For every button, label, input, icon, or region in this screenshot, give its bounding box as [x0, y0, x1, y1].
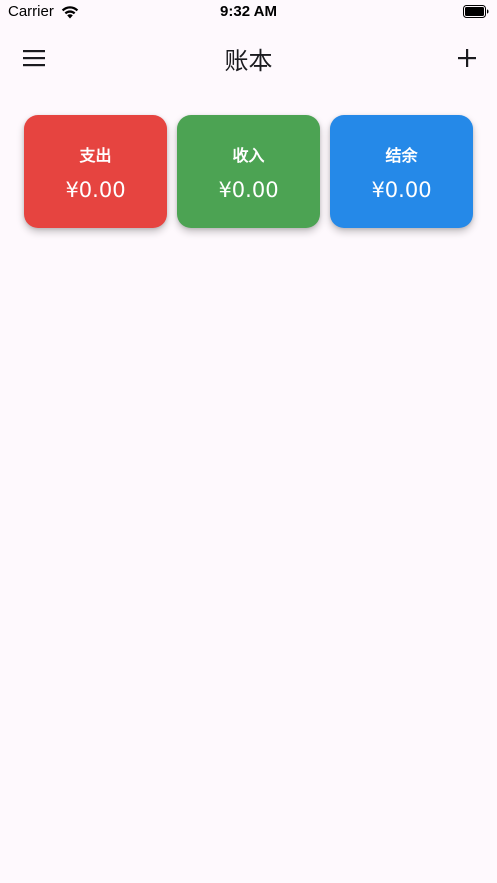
expense-card[interactable]: 支出 ¥0.00	[24, 115, 167, 228]
page-title: 账本	[224, 47, 273, 75]
status-bar: Carrier 9:32 AM	[0, 0, 497, 26]
plus-icon	[458, 49, 476, 67]
battery-full-icon	[463, 5, 489, 18]
income-amount: ¥0.00	[218, 178, 279, 202]
expense-amount: ¥0.00	[65, 178, 126, 202]
income-label: 收入	[232, 146, 265, 165]
app-bar: 账本	[0, 26, 497, 90]
add-button[interactable]	[447, 40, 487, 76]
income-card[interactable]: 收入 ¥0.00	[177, 115, 320, 228]
status-time: 9:32 AM	[220, 3, 277, 20]
balance-label: 结余	[385, 146, 418, 165]
summary-cards: 支出 ¥0.00 收入 ¥0.00 结余 ¥0.00	[24, 115, 473, 228]
balance-amount: ¥0.00	[371, 178, 432, 202]
expense-label: 支出	[79, 146, 112, 165]
balance-card[interactable]: 结余 ¥0.00	[330, 115, 473, 228]
